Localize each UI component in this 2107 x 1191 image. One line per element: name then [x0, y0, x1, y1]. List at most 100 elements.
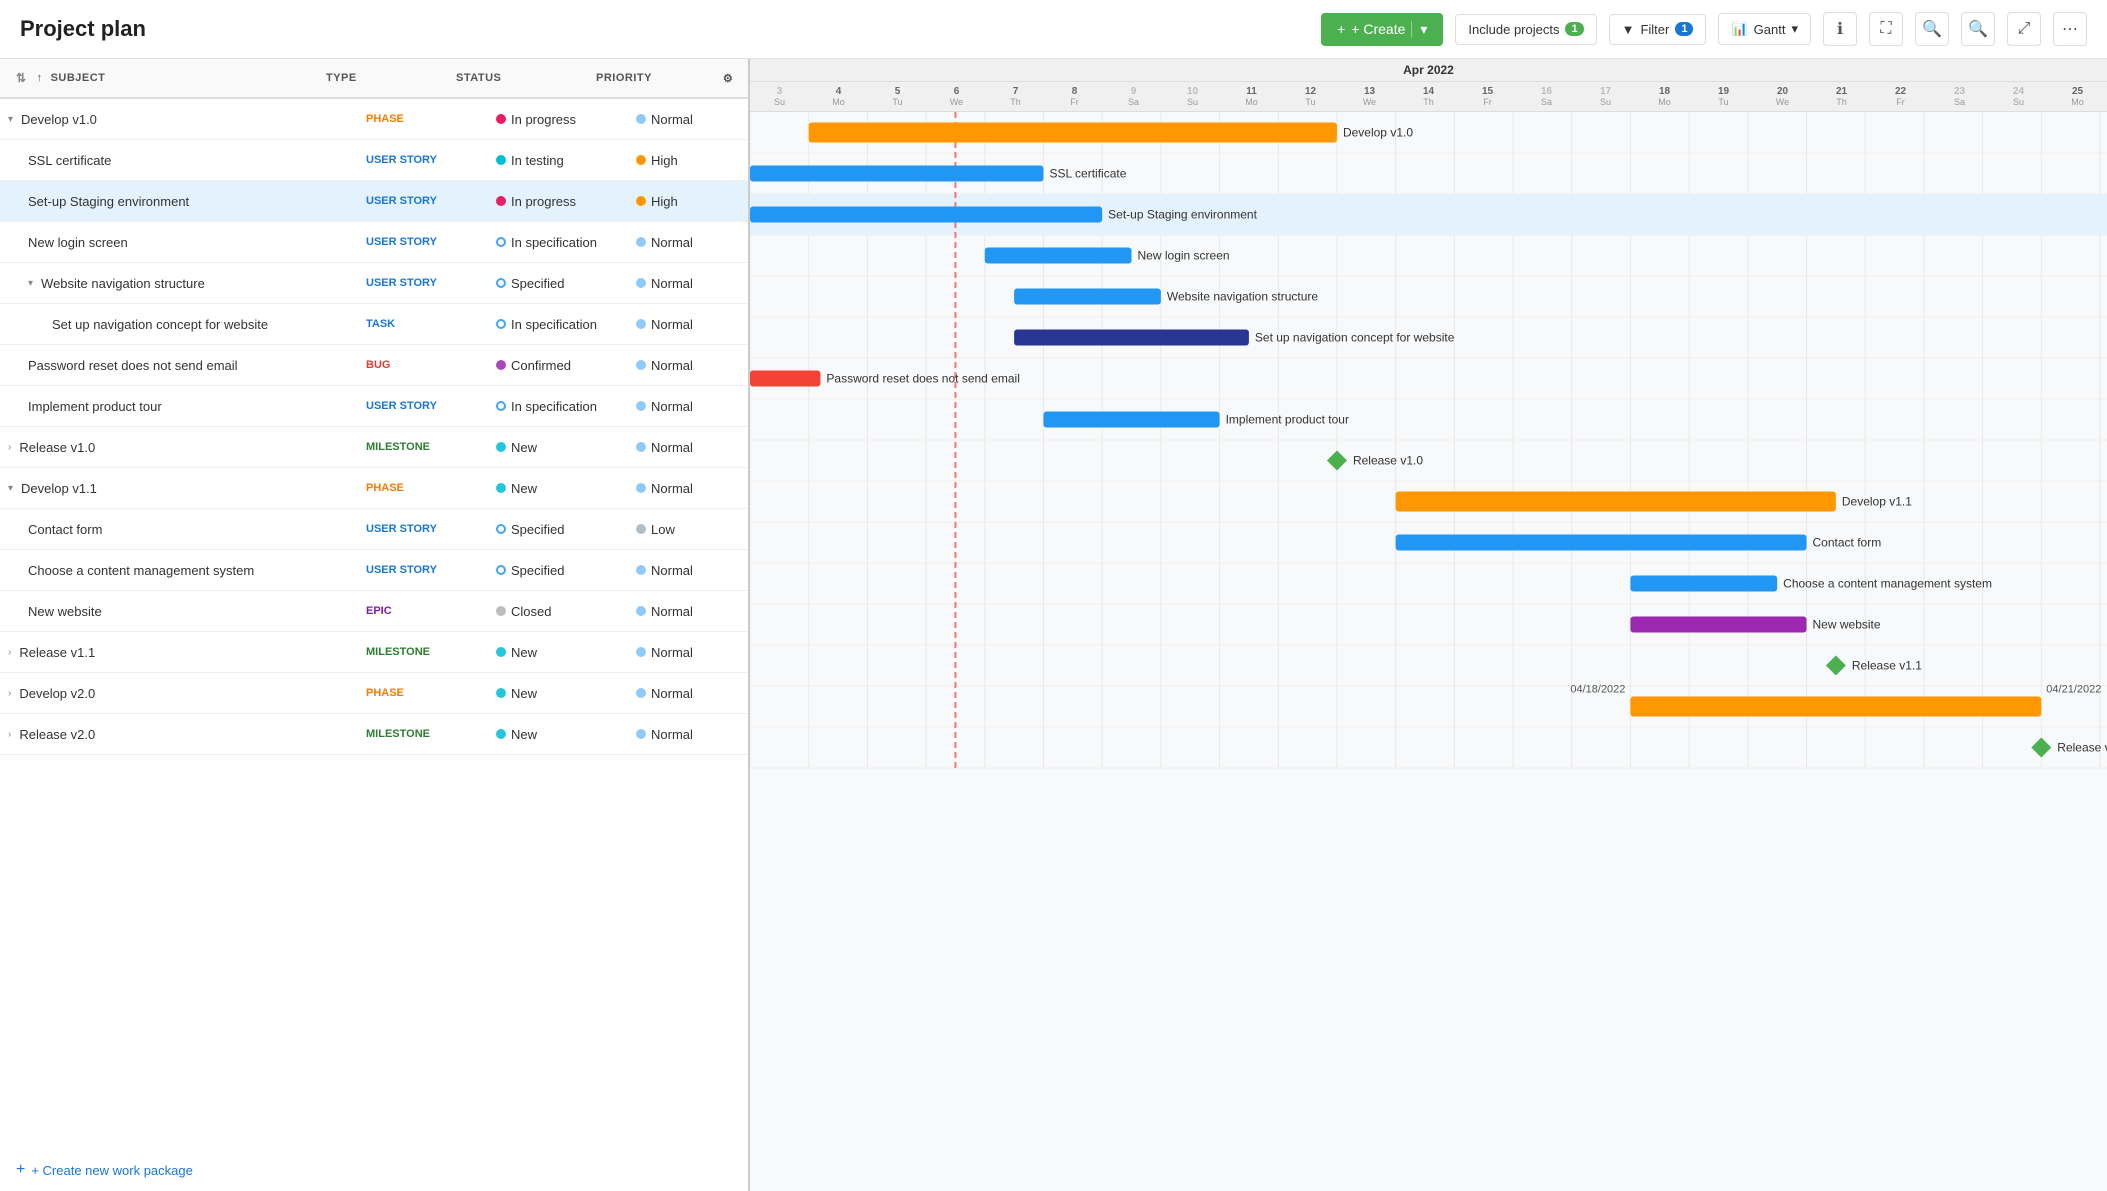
svg-text:New login screen: New login screen [1138, 249, 1230, 263]
expand-icon[interactable]: ▾ [8, 114, 13, 125]
create-work-package-icon: + [16, 1161, 25, 1179]
col-header-settings[interactable]: ⚙ [708, 68, 748, 89]
table-row[interactable]: ›Release v2.0MILESTONENewNormal [0, 714, 748, 755]
col-header-subject[interactable]: ⇅ ↑ SUBJECT [0, 67, 318, 89]
col-header-priority[interactable]: PRIORITY [588, 68, 708, 88]
gantt-date-col: 6We [927, 84, 986, 109]
expand-icon[interactable]: › [8, 442, 11, 453]
filter-button[interactable]: ▼ Filter 1 [1609, 14, 1707, 45]
svg-text:Set up navigation concept for: Set up navigation concept for website [1255, 331, 1455, 345]
svg-text:Develop v1.1: Develop v1.1 [1842, 495, 1912, 509]
priority-label: Low [651, 522, 675, 537]
table-row[interactable]: ›SSL certificateUSER STORYIn testingHigh [0, 140, 748, 181]
col-header-status[interactable]: STATUS [448, 68, 588, 88]
status-label: Specified [511, 276, 564, 291]
type-badge: MILESTONE [366, 728, 430, 740]
table-row[interactable]: ›Set up navigation concept for websiteTA… [0, 304, 748, 345]
priority-label: Normal [651, 276, 693, 291]
gantt-body: Develop v1.0SSL certificateSet-up Stagin… [750, 112, 2107, 1191]
priority-label: Normal [651, 727, 693, 742]
gantt-icon: 📊 [1731, 21, 1747, 37]
priority-dot [636, 278, 646, 288]
gantt-date-col: 8Fr [1045, 84, 1104, 109]
priority-dot [636, 319, 646, 329]
gantt-arrow-icon: ▾ [1791, 21, 1798, 37]
status-dot [496, 278, 506, 288]
priority-label: Normal [651, 317, 693, 332]
more-button[interactable]: ⋯ [2053, 12, 2087, 46]
table-row[interactable]: ›New websiteEPICClosedNormal [0, 591, 748, 632]
priority-dot [636, 606, 646, 616]
subject-text: Develop v1.1 [21, 481, 97, 496]
subject-text: Set-up Staging environment [28, 194, 189, 209]
table-row[interactable]: ›Release v1.1MILESTONENewNormal [0, 632, 748, 673]
expand-icon[interactable]: › [8, 647, 11, 658]
table-header: ⇅ ↑ SUBJECT TYPE STATUS PRIORITY ⚙ [0, 59, 748, 99]
table-row[interactable]: ›Choose a content management systemUSER … [0, 550, 748, 591]
status-label: In specification [511, 399, 597, 414]
status-label: New [511, 727, 537, 742]
subject-text: Set up navigation concept for website [52, 317, 268, 332]
subject-text: Password reset does not send email [28, 358, 238, 373]
gantt-date-col: 16Sa [1517, 84, 1576, 109]
expand-icon[interactable]: › [8, 729, 11, 740]
priority-label: Normal [651, 112, 693, 127]
info-button[interactable]: ℹ [1823, 12, 1857, 46]
fullscreen-icon: ⤢ [2018, 20, 2031, 38]
priority-dot [636, 114, 646, 124]
table-row[interactable]: ›Develop v2.0PHASENewNormal [0, 673, 748, 714]
include-projects-button[interactable]: Include projects 1 [1455, 14, 1596, 45]
gantt-button[interactable]: 📊 Gantt ▾ [1718, 13, 1811, 45]
priority-label: Normal [651, 686, 693, 701]
priority-dot [636, 524, 646, 534]
table-row[interactable]: ▾Website navigation structureUSER STORYS… [0, 263, 748, 304]
svg-text:Contact form: Contact form [1813, 536, 1882, 550]
gantt-date-col: 4Mo [809, 84, 868, 109]
type-badge: USER STORY [366, 564, 437, 576]
create-work-package-label: + Create new work package [31, 1163, 193, 1178]
expand-icon[interactable]: ▾ [28, 278, 33, 289]
type-badge: USER STORY [366, 400, 437, 412]
create-label: + Create [1351, 21, 1405, 37]
table-row[interactable]: ›Release v1.0MILESTONENewNormal [0, 427, 748, 468]
status-dot [496, 442, 506, 452]
filter-label: Filter [1640, 22, 1669, 37]
table-row[interactable]: ›New login screenUSER STORYIn specificat… [0, 222, 748, 263]
type-badge: PHASE [366, 113, 404, 125]
table-row[interactable]: ›Implement product tourUSER STORYIn spec… [0, 386, 748, 427]
zoom-in-button[interactable]: 🔍 [1915, 12, 1949, 46]
fullscreen-button[interactable]: ⤢ [2007, 12, 2041, 46]
svg-text:Set-up Staging environment: Set-up Staging environment [1108, 208, 1257, 222]
type-badge: USER STORY [366, 523, 437, 535]
expand-button[interactable]: ⛶ [1869, 12, 1903, 46]
status-dot [496, 647, 506, 657]
priority-dot [636, 688, 646, 698]
table-row[interactable]: ›Contact formUSER STORYSpecifiedLow [0, 509, 748, 550]
gantt-date-col: 11Mo [1222, 84, 1281, 109]
gantt-date-col: 22Fr [1871, 84, 1930, 109]
table-row[interactable]: ›Password reset does not send emailBUGCo… [0, 345, 748, 386]
gantt-header: Apr 2022 3Su4Mo5Tu6We7Th8Fr9Sa10Su11Mo12… [750, 59, 2107, 112]
subject-text: Develop v2.0 [19, 686, 95, 701]
table-row[interactable]: ›Set-up Staging environmentUSER STORYIn … [0, 181, 748, 222]
svg-text:Release v2.0: Release v2.0 [2057, 741, 2107, 755]
table-row[interactable]: ▾Develop v1.0PHASEIn progressNormal [0, 99, 748, 140]
status-dot [496, 360, 506, 370]
create-work-package-link[interactable]: + + Create new work package [0, 1149, 748, 1191]
expand-icon[interactable]: › [8, 688, 11, 699]
col-header-type[interactable]: TYPE [318, 68, 448, 88]
gantt-date-col: 17Su [1576, 84, 1635, 109]
type-badge: USER STORY [366, 195, 437, 207]
priority-dot [636, 360, 646, 370]
expand-icon[interactable]: ▾ [8, 483, 13, 494]
filter-icon: ▼ [1622, 22, 1635, 37]
table-row[interactable]: ▾Develop v1.1PHASENewNormal [0, 468, 748, 509]
priority-label: High [651, 194, 678, 209]
gantt-month: Apr 2022 [750, 59, 2107, 82]
svg-text:Password reset does not send e: Password reset does not send email [826, 372, 1019, 386]
type-badge: BUG [366, 359, 390, 371]
main-content: ⇅ ↑ SUBJECT TYPE STATUS PRIORITY ⚙ [0, 59, 2107, 1191]
table-body: ▾Develop v1.0PHASEIn progressNormal›SSL … [0, 99, 748, 1149]
zoom-out-button[interactable]: 🔍 [1961, 12, 1995, 46]
create-button[interactable]: + + Create ▾ [1321, 13, 1443, 46]
